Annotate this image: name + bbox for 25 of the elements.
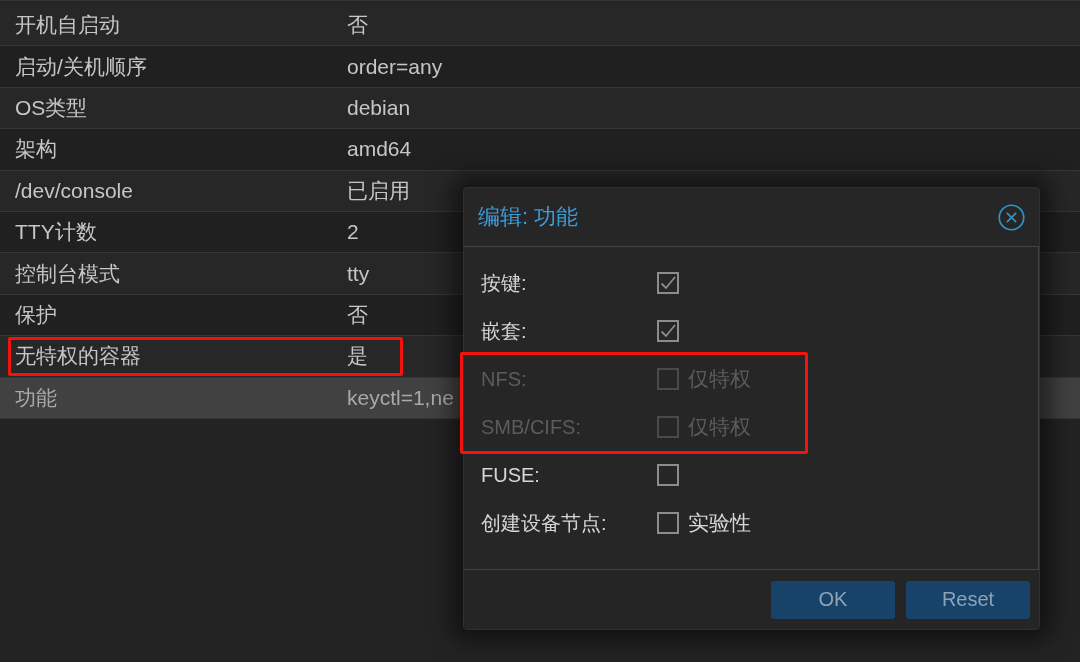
property-name: 功能	[14, 384, 58, 411]
property-value: 否	[347, 301, 368, 328]
property-name: 保护	[14, 301, 58, 328]
field-label: 嵌套:	[481, 318, 528, 344]
property-value: 否	[347, 12, 368, 39]
property-value: debian	[347, 95, 411, 120]
field-label: 创建设备节点:	[481, 510, 608, 536]
property-value: amd64	[347, 137, 412, 162]
property-name: 控制台模式	[14, 260, 121, 287]
property-name: /dev/console	[14, 178, 134, 203]
checkbox-label: 实验性	[688, 510, 751, 536]
property-value: keyctl=1,ne	[347, 385, 454, 410]
property-value: tty	[347, 261, 370, 286]
property-name: 启动/关机顺序	[14, 53, 148, 80]
field-label: 按键:	[481, 270, 528, 296]
property-name: 架构	[14, 136, 58, 163]
property-name: OS类型	[14, 94, 89, 121]
property-value: 2	[347, 220, 359, 245]
property-name: 开机自启动	[14, 12, 121, 39]
property-name: 无特权的容器	[14, 343, 142, 370]
property-name: TTY计数	[14, 219, 98, 246]
property-value: 是	[347, 343, 368, 370]
field-label: FUSE:	[481, 463, 541, 487]
property-value: 已启用	[347, 177, 410, 204]
property-value: order=any	[347, 54, 443, 79]
